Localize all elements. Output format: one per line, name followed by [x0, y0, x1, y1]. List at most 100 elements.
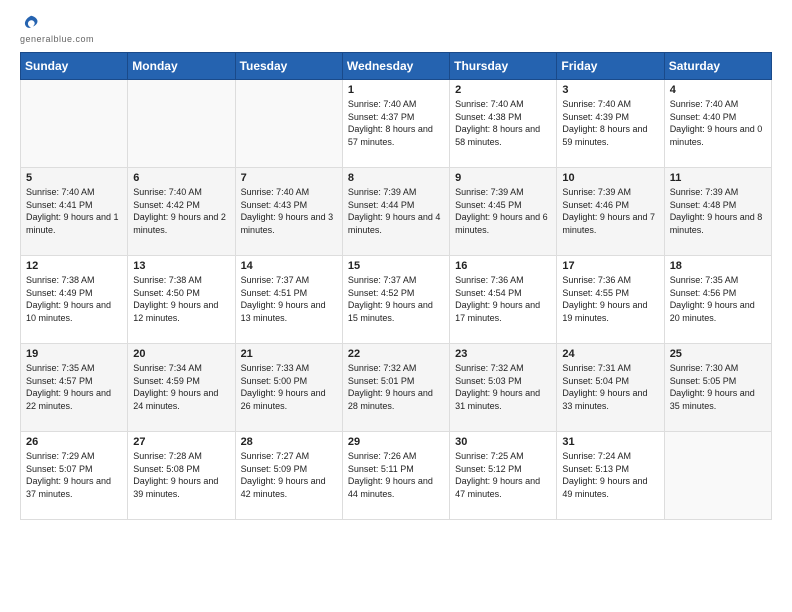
logo: generalblue.com	[20, 10, 94, 44]
calendar-header-monday: Monday	[128, 53, 235, 80]
day-info: Sunrise: 7:40 AM Sunset: 4:41 PM Dayligh…	[26, 186, 122, 236]
calendar-cell: 27 Sunrise: 7:28 AM Sunset: 5:08 PM Dayli…	[128, 432, 235, 520]
day-info: Sunrise: 7:24 AM Sunset: 5:13 PM Dayligh…	[562, 450, 658, 500]
day-number: 25	[670, 348, 766, 360]
calendar-cell	[128, 80, 235, 168]
day-number: 4	[670, 84, 766, 96]
day-info: Sunrise: 7:40 AM Sunset: 4:43 PM Dayligh…	[241, 186, 337, 236]
day-number: 10	[562, 172, 658, 184]
day-info: Sunrise: 7:27 AM Sunset: 5:09 PM Dayligh…	[241, 450, 337, 500]
calendar-week-2: 5 Sunrise: 7:40 AM Sunset: 4:41 PM Daylig…	[21, 168, 772, 256]
calendar-cell: 2Sunrise: 7:40 AM Sunset: 4:38 PM Daylig…	[450, 80, 557, 168]
calendar-header-row: SundayMondayTuesdayWednesdayThursdayFrid…	[21, 53, 772, 80]
day-number: 3	[562, 84, 658, 96]
calendar-cell	[235, 80, 342, 168]
day-info: Sunrise: 7:33 AM Sunset: 5:00 PM Dayligh…	[241, 362, 337, 412]
day-number: 13	[133, 260, 229, 272]
day-number: 16	[455, 260, 551, 272]
calendar-header-tuesday: Tuesday	[235, 53, 342, 80]
day-info: Sunrise: 7:37 AM Sunset: 4:51 PM Dayligh…	[241, 274, 337, 324]
calendar-cell: 23 Sunrise: 7:32 AM Sunset: 5:03 PM Dayli…	[450, 344, 557, 432]
day-number: 29	[348, 436, 444, 448]
day-info: Sunrise: 7:35 AM Sunset: 4:57 PM Dayligh…	[26, 362, 122, 412]
day-info: Sunrise: 7:30 AM Sunset: 5:05 PM Dayligh…	[670, 362, 766, 412]
day-number: 21	[241, 348, 337, 360]
calendar-table: SundayMondayTuesdayWednesdayThursdayFrid…	[20, 52, 772, 520]
calendar-cell: 12 Sunrise: 7:38 AM Sunset: 4:49 PM Dayli…	[21, 256, 128, 344]
day-number: 31	[562, 436, 658, 448]
day-number: 18	[670, 260, 766, 272]
calendar-cell: 16 Sunrise: 7:36 AM Sunset: 4:54 PM Dayli…	[450, 256, 557, 344]
day-info: Sunrise: 7:25 AM Sunset: 5:12 PM Dayligh…	[455, 450, 551, 500]
day-number: 14	[241, 260, 337, 272]
day-info: Sunrise: 7:39 AM Sunset: 4:44 PM Dayligh…	[348, 186, 444, 236]
day-info: Sunrise: 7:29 AM Sunset: 5:07 PM Dayligh…	[26, 450, 122, 500]
calendar-cell: 15Sunrise: 7:37 AM Sunset: 4:52 PM Dayli…	[342, 256, 449, 344]
calendar-cell: 9 Sunrise: 7:39 AM Sunset: 4:45 PM Daylig…	[450, 168, 557, 256]
day-number: 23	[455, 348, 551, 360]
calendar-week-5: 26 Sunrise: 7:29 AM Sunset: 5:07 PM Dayli…	[21, 432, 772, 520]
calendar-week-4: 19Sunrise: 7:35 AM Sunset: 4:57 PM Dayli…	[21, 344, 772, 432]
day-number: 8	[348, 172, 444, 184]
day-number: 28	[241, 436, 337, 448]
day-info: Sunrise: 7:35 AM Sunset: 4:56 PM Dayligh…	[670, 274, 766, 324]
logo-bird-icon	[22, 14, 40, 32]
day-number: 9	[455, 172, 551, 184]
calendar-cell	[21, 80, 128, 168]
day-number: 27	[133, 436, 229, 448]
calendar-header-sunday: Sunday	[21, 53, 128, 80]
day-number: 30	[455, 436, 551, 448]
day-number: 1	[348, 84, 444, 96]
calendar-week-1: 1 Sunrise: 7:40 AM Sunset: 4:37 PM Daylig…	[21, 80, 772, 168]
day-info: Sunrise: 7:36 AM Sunset: 4:54 PM Dayligh…	[455, 274, 551, 324]
day-number: 24	[562, 348, 658, 360]
day-number: 12	[26, 260, 122, 272]
day-info: Sunrise: 7:40 AM Sunset: 4:40 PM Dayligh…	[670, 98, 766, 148]
calendar-cell: 22 Sunrise: 7:32 AM Sunset: 5:01 PM Dayli…	[342, 344, 449, 432]
calendar-cell: 6Sunrise: 7:40 AM Sunset: 4:42 PM Daylig…	[128, 168, 235, 256]
day-info: Sunrise: 7:34 AM Sunset: 4:59 PM Dayligh…	[133, 362, 229, 412]
page: generalblue.com SundayMondayTuesdayWedne…	[0, 0, 792, 540]
calendar-cell: 14 Sunrise: 7:37 AM Sunset: 4:51 PM Dayli…	[235, 256, 342, 344]
day-info: Sunrise: 7:39 AM Sunset: 4:45 PM Dayligh…	[455, 186, 551, 236]
calendar-cell: 11Sunrise: 7:39 AM Sunset: 4:48 PM Dayli…	[664, 168, 771, 256]
calendar-cell: 18 Sunrise: 7:35 AM Sunset: 4:56 PM Dayli…	[664, 256, 771, 344]
calendar-cell: 7Sunrise: 7:40 AM Sunset: 4:43 PM Daylig…	[235, 168, 342, 256]
calendar-cell: 19Sunrise: 7:35 AM Sunset: 4:57 PM Dayli…	[21, 344, 128, 432]
logo-tagline: generalblue.com	[20, 34, 94, 44]
day-number: 26	[26, 436, 122, 448]
day-number: 15	[348, 260, 444, 272]
calendar-cell: 25 Sunrise: 7:30 AM Sunset: 5:05 PM Dayli…	[664, 344, 771, 432]
calendar-cell: 28 Sunrise: 7:27 AM Sunset: 5:09 PM Dayli…	[235, 432, 342, 520]
calendar-cell: 5 Sunrise: 7:40 AM Sunset: 4:41 PM Daylig…	[21, 168, 128, 256]
calendar-cell: 24 Sunrise: 7:31 AM Sunset: 5:04 PM Dayli…	[557, 344, 664, 432]
day-info: Sunrise: 7:40 AM Sunset: 4:37 PM Dayligh…	[348, 98, 444, 148]
calendar-header-friday: Friday	[557, 53, 664, 80]
logo-text	[20, 14, 40, 32]
header: generalblue.com	[20, 10, 772, 44]
day-number: 17	[562, 260, 658, 272]
calendar-cell: 3Sunrise: 7:40 AM Sunset: 4:39 PM Daylig…	[557, 80, 664, 168]
day-number: 5	[26, 172, 122, 184]
day-info: Sunrise: 7:39 AM Sunset: 4:46 PM Dayligh…	[562, 186, 658, 236]
calendar-cell	[664, 432, 771, 520]
day-info: Sunrise: 7:32 AM Sunset: 5:03 PM Dayligh…	[455, 362, 551, 412]
calendar-cell: 29 Sunrise: 7:26 AM Sunset: 5:11 PM Dayli…	[342, 432, 449, 520]
calendar-cell: 21 Sunrise: 7:33 AM Sunset: 5:00 PM Dayli…	[235, 344, 342, 432]
calendar-header-wednesday: Wednesday	[342, 53, 449, 80]
day-number: 22	[348, 348, 444, 360]
day-info: Sunrise: 7:28 AM Sunset: 5:08 PM Dayligh…	[133, 450, 229, 500]
day-info: Sunrise: 7:32 AM Sunset: 5:01 PM Dayligh…	[348, 362, 444, 412]
day-info: Sunrise: 7:26 AM Sunset: 5:11 PM Dayligh…	[348, 450, 444, 500]
calendar-header-saturday: Saturday	[664, 53, 771, 80]
calendar-week-3: 12 Sunrise: 7:38 AM Sunset: 4:49 PM Dayli…	[21, 256, 772, 344]
day-info: Sunrise: 7:38 AM Sunset: 4:49 PM Dayligh…	[26, 274, 122, 324]
calendar-cell: 26 Sunrise: 7:29 AM Sunset: 5:07 PM Dayli…	[21, 432, 128, 520]
calendar-cell: 31 Sunrise: 7:24 AM Sunset: 5:13 PM Dayli…	[557, 432, 664, 520]
calendar-cell: 17Sunrise: 7:36 AM Sunset: 4:55 PM Dayli…	[557, 256, 664, 344]
day-info: Sunrise: 7:38 AM Sunset: 4:50 PM Dayligh…	[133, 274, 229, 324]
calendar-cell: 13 Sunrise: 7:38 AM Sunset: 4:50 PM Dayli…	[128, 256, 235, 344]
day-number: 11	[670, 172, 766, 184]
day-info: Sunrise: 7:31 AM Sunset: 5:04 PM Dayligh…	[562, 362, 658, 412]
day-number: 6	[133, 172, 229, 184]
